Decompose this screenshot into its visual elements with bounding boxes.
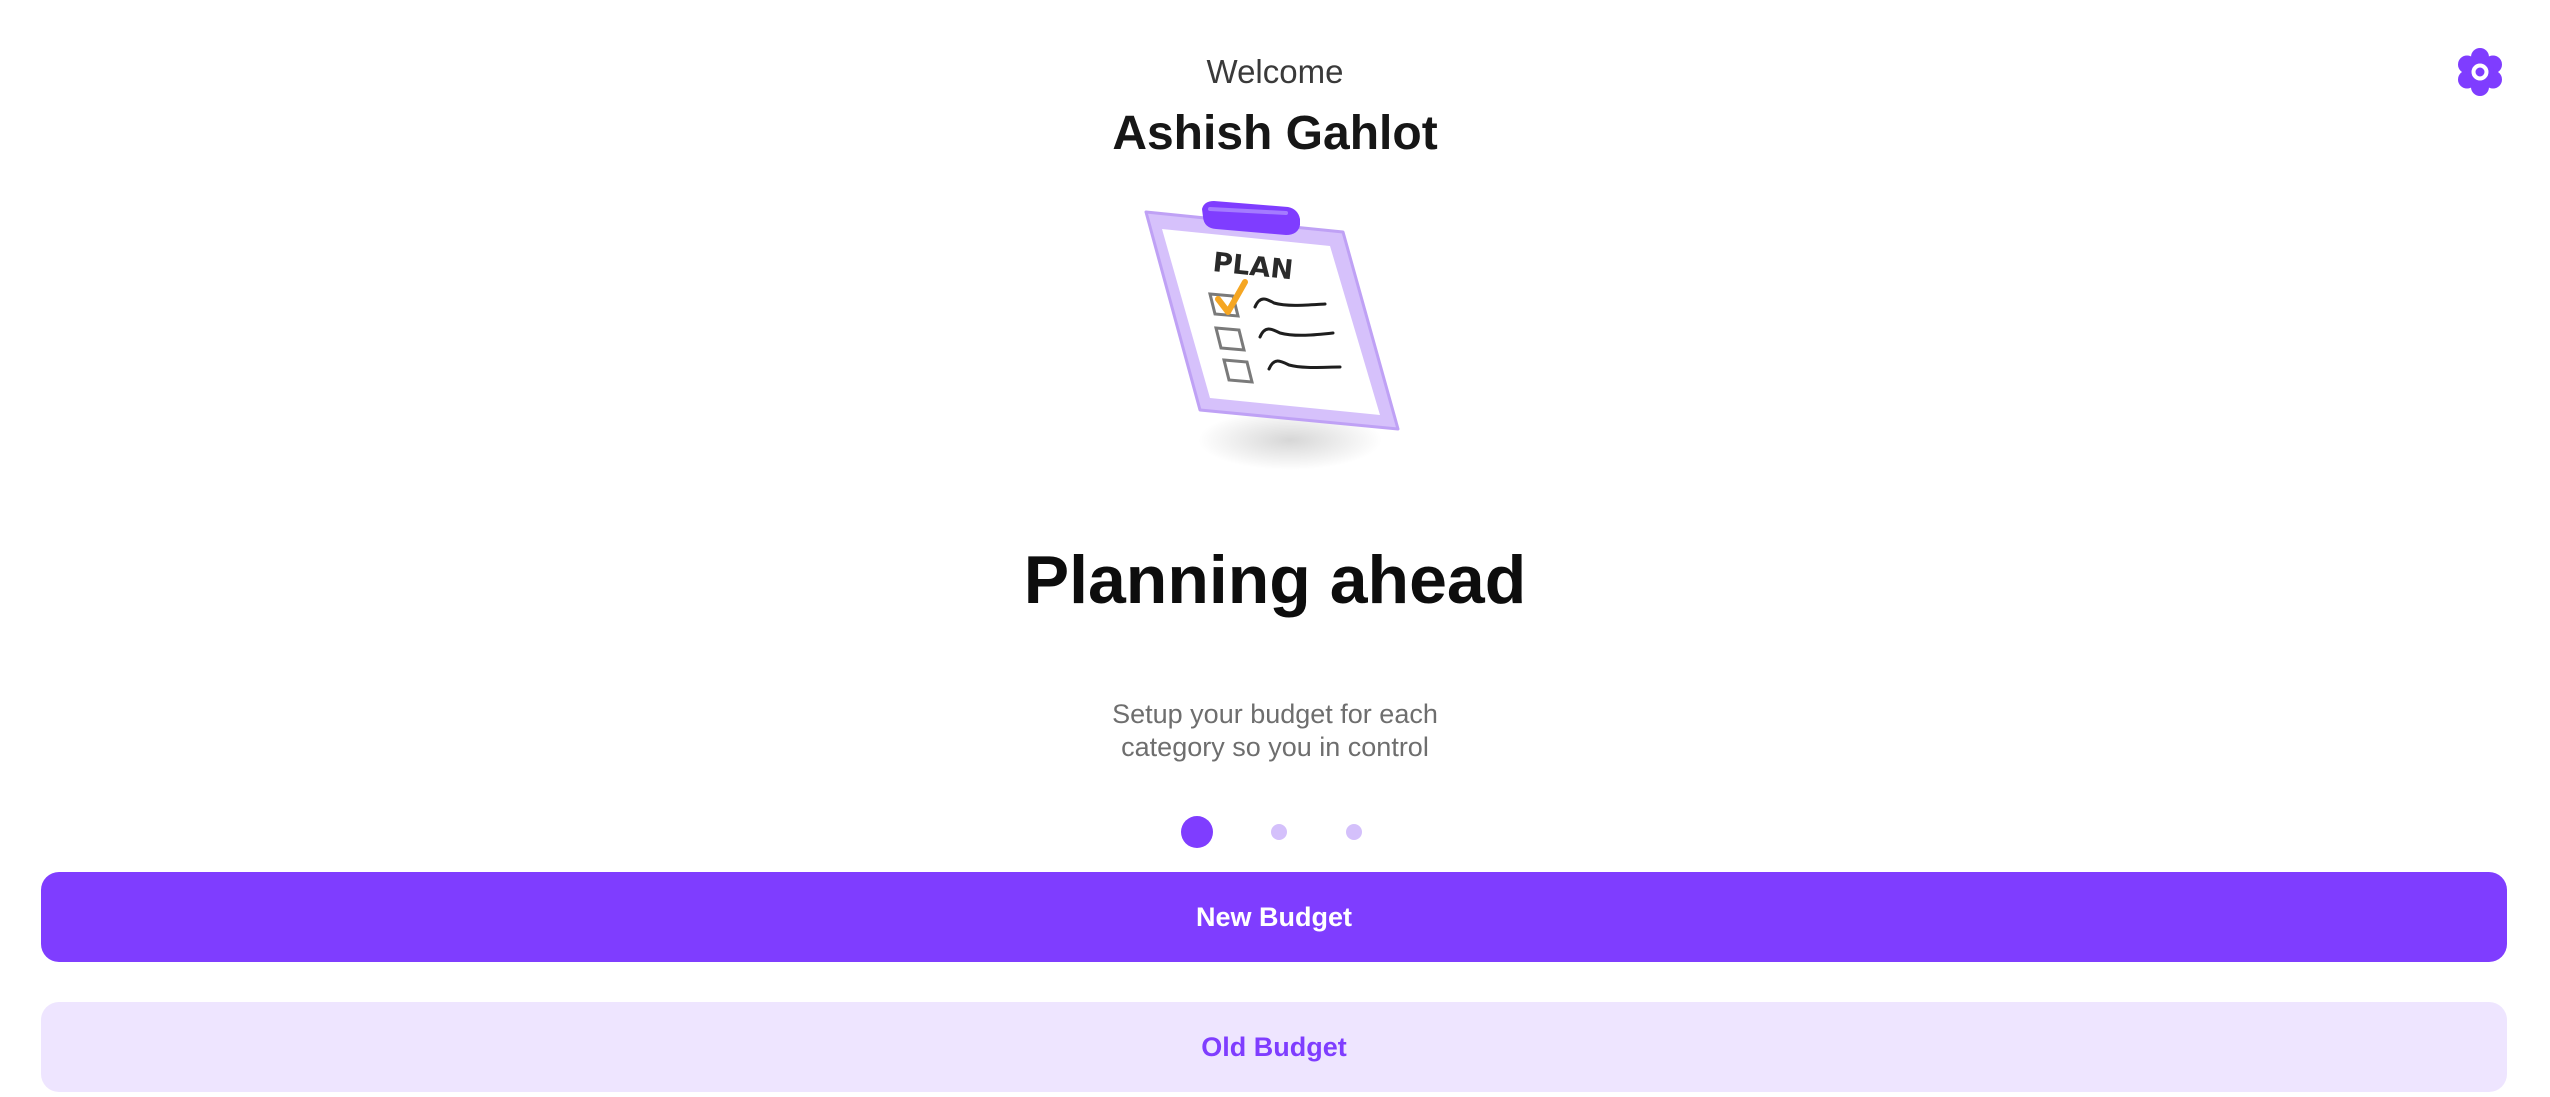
plan-clipboard-illustration: PLAN [1140,195,1420,475]
pagination-dot-3[interactable] [1346,824,1362,840]
pagination-dots [0,816,2550,848]
pagination-dot-1[interactable] [1181,816,1213,848]
user-name: Ashish Gahlot [1112,107,1438,160]
onboarding-description: Setup your budget for each category so y… [1112,699,1438,762]
pagination-dot-2[interactable] [1271,824,1287,840]
onboarding-headline: Planning ahead [1023,542,1527,618]
new-budget-button[interactable]: New Budget [41,872,2507,962]
old-budget-button[interactable]: Old Budget [41,1002,2507,1092]
welcome-label: Welcome [1206,53,1344,90]
